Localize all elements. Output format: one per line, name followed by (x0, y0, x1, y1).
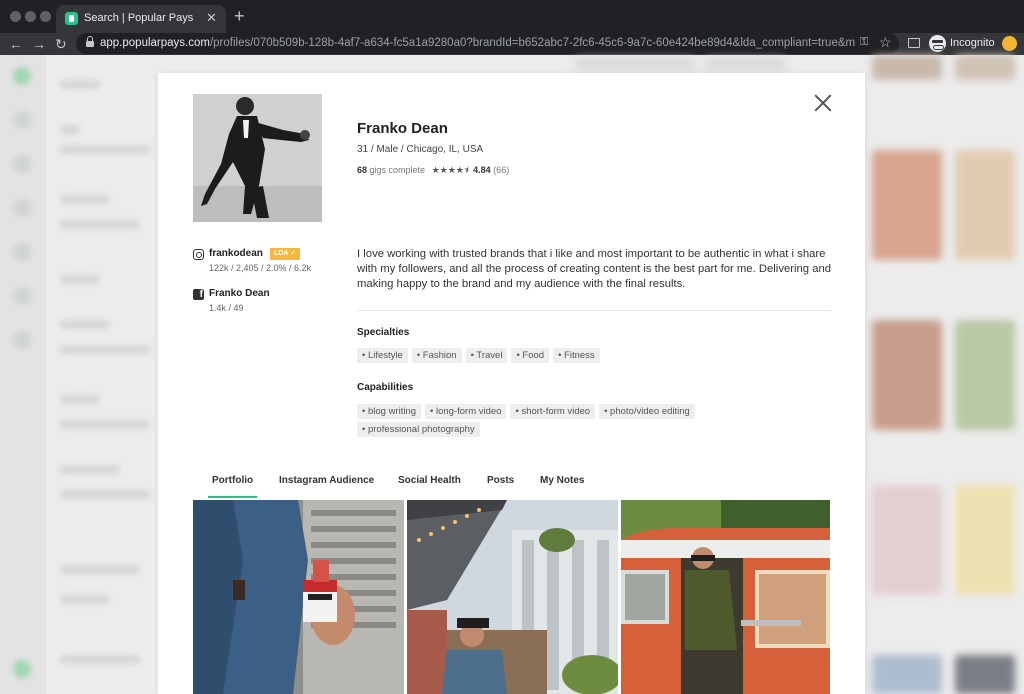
creator-bio: I love working with trusted brands that … (357, 248, 832, 290)
reload-icon[interactable]: ↻ (55, 35, 67, 53)
capability-tag: • blog writing (357, 404, 422, 419)
incognito-label: Incognito (950, 37, 995, 49)
new-tab-button[interactable]: + (234, 6, 245, 26)
forward-arrow-icon[interactable]: → (32, 35, 46, 53)
profile-photo (193, 94, 322, 222)
lock-icon (86, 36, 94, 47)
creator-demographics: 31 / Male / Chicago, IL, USA (357, 144, 484, 155)
tab-portfolio[interactable]: Portfolio (207, 475, 258, 498)
tab-instagram-audience[interactable]: Instagram Audience (279, 475, 374, 486)
gigs-count: 68 (357, 165, 368, 175)
portfolio-photo[interactable] (193, 500, 404, 694)
rating-stars-icon: ★★★★⯨ (431, 165, 469, 175)
cast-icon[interactable] (908, 38, 920, 48)
tab-my-notes[interactable]: My Notes (540, 475, 584, 486)
window-close-dot[interactable] (10, 11, 21, 22)
browser-tab-bar: Search | Popular Pays ✕ + (0, 0, 1024, 33)
extension-icon[interactable] (1002, 36, 1017, 51)
capability-tag: • professional photography (357, 422, 480, 437)
window-minimize-dot[interactable] (25, 11, 36, 22)
gigs-label: gigs complete (369, 165, 426, 175)
instagram-handle[interactable]: frankodean (209, 248, 263, 259)
incognito-icon[interactable] (929, 35, 946, 52)
capabilities-list: • blog writing • long-form video • short-f… (357, 404, 817, 440)
specialty-tag: • Food (511, 348, 550, 363)
profile-modal: Franko Dean 31 / Male / Chicago, IL, USA… (158, 73, 865, 694)
instagram-icon (193, 249, 204, 260)
bookmark-star-icon[interactable]: ☆ (879, 34, 892, 51)
capability-tag: • long-form video (425, 404, 507, 419)
specialty-tag: • Fitness (553, 348, 600, 363)
window-zoom-dot[interactable] (40, 11, 51, 22)
rating-count: (66) (493, 165, 510, 175)
lda-badge: LDA ✓ (270, 248, 300, 260)
close-icon[interactable] (813, 93, 833, 113)
avatar (193, 94, 322, 222)
gigs-rating-row: 68 gigs complete ★★★★⯨ 4.84 (66) (357, 163, 509, 179)
popularpays-favicon-icon (65, 12, 78, 25)
portfolio-photo[interactable] (621, 500, 830, 694)
divider (357, 310, 831, 311)
facebook-stats: 1.4k / 49 (209, 303, 244, 313)
capabilities-title: Capabilities (357, 382, 414, 393)
capability-tag: • short-form video (510, 404, 596, 419)
browser-tab[interactable]: Search | Popular Pays ✕ (56, 5, 226, 33)
creator-name: Franko Dean (357, 120, 448, 137)
address-bar[interactable]: app.popularpays.com/profiles/070b509b-12… (76, 33, 899, 54)
specialties-title: Specialties (357, 327, 410, 338)
portfolio-photo[interactable] (407, 500, 618, 694)
facebook-icon: f (193, 289, 204, 300)
tab-title: Search | Popular Pays (84, 12, 194, 24)
facebook-name[interactable]: Franko Dean (209, 288, 270, 299)
tab-posts[interactable]: Posts (487, 475, 514, 486)
url-text[interactable]: app.popularpays.com/profiles/070b509b-12… (100, 37, 855, 49)
back-arrow-icon[interactable]: ← (9, 35, 23, 53)
specialty-tag: • Fashion (411, 348, 462, 363)
capability-tag: • photo/video editing (599, 404, 695, 419)
specialties-list: • Lifestyle • Fashion • Travel • Food • Fitn… (357, 348, 817, 366)
tab-close-icon[interactable]: ✕ (206, 10, 217, 26)
tab-social-health[interactable]: Social Health (398, 475, 461, 486)
background-sidebar (0, 55, 46, 694)
specialty-tag: • Travel (465, 348, 508, 363)
instagram-stats: 122k / 2,405 / 2.0% / 6.2k (209, 263, 312, 273)
rating-value: 4.84 (473, 165, 491, 175)
specialty-tag: • Lifestyle (357, 348, 408, 363)
browser-toolbar: ← → ↻ app.popularpays.com/profiles/070b5… (0, 33, 1024, 55)
key-icon[interactable]: ⚿ (860, 36, 868, 49)
